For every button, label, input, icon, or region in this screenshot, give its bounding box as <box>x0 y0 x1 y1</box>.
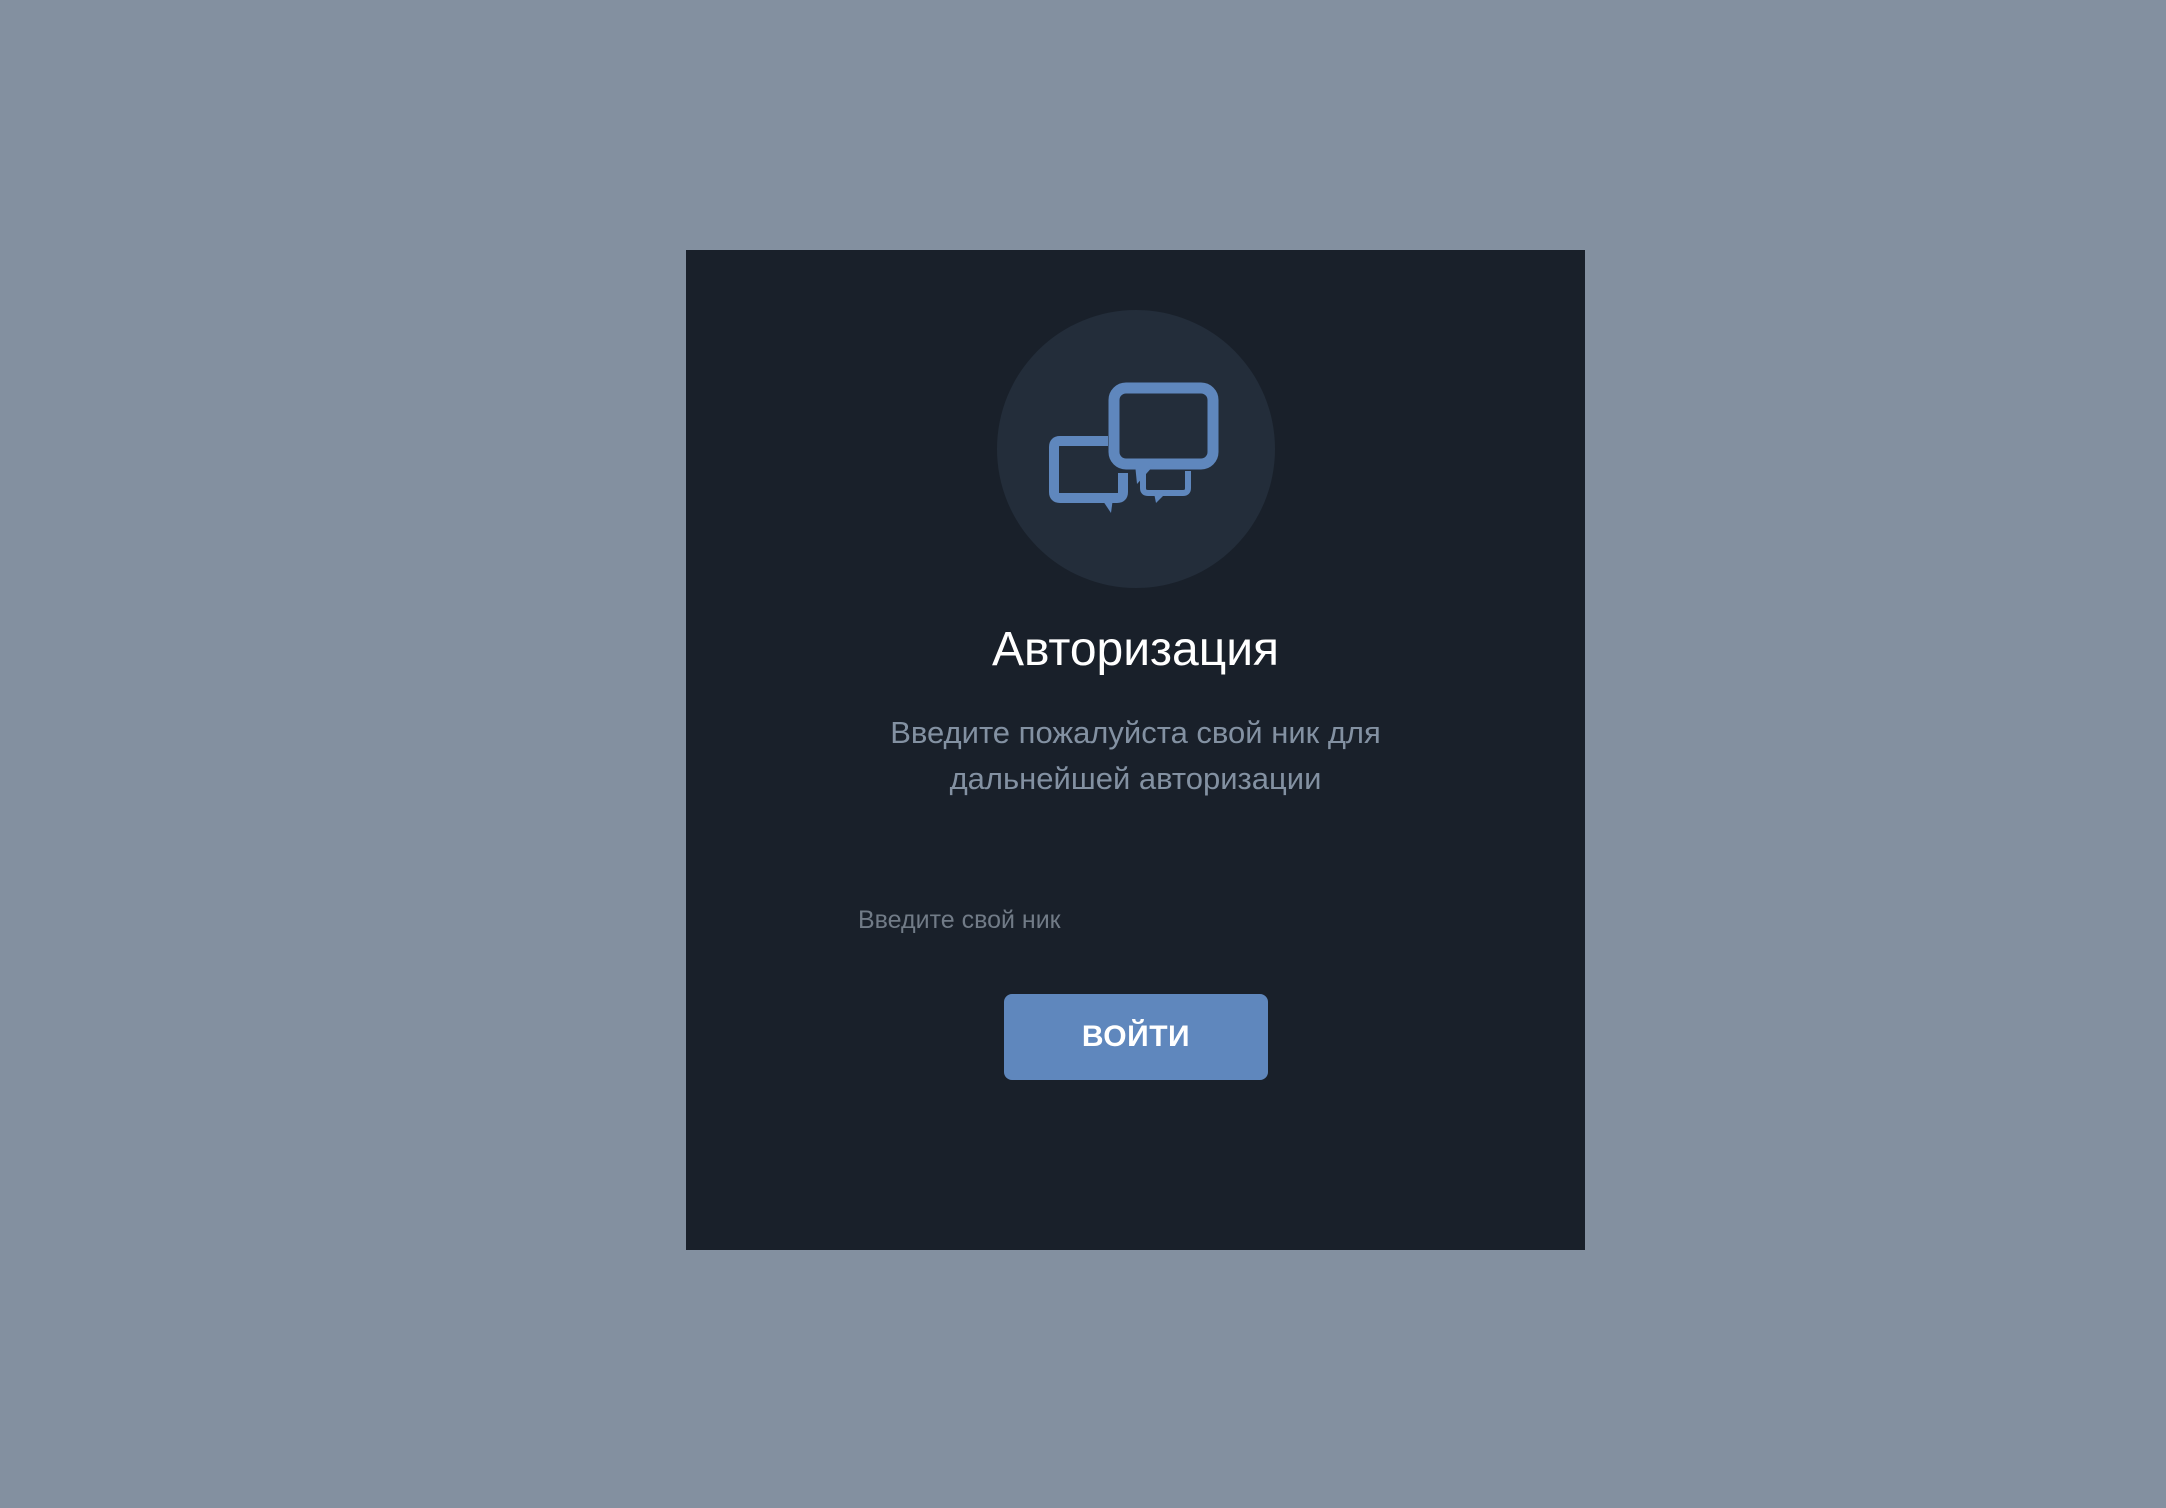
page-title: Авторизация <box>991 623 1280 676</box>
logo-avatar <box>997 310 1275 588</box>
auth-card: Авторизация Введите пожалуйста свой ник … <box>686 250 1585 1250</box>
auth-instructions: Введите пожалуйста свой ник для дальнейш… <box>890 715 1381 796</box>
nickname-input[interactable] <box>854 892 1418 948</box>
chat-bubbles-icon <box>1049 382 1219 513</box>
login-button[interactable]: ВОЙТИ <box>1004 994 1268 1080</box>
